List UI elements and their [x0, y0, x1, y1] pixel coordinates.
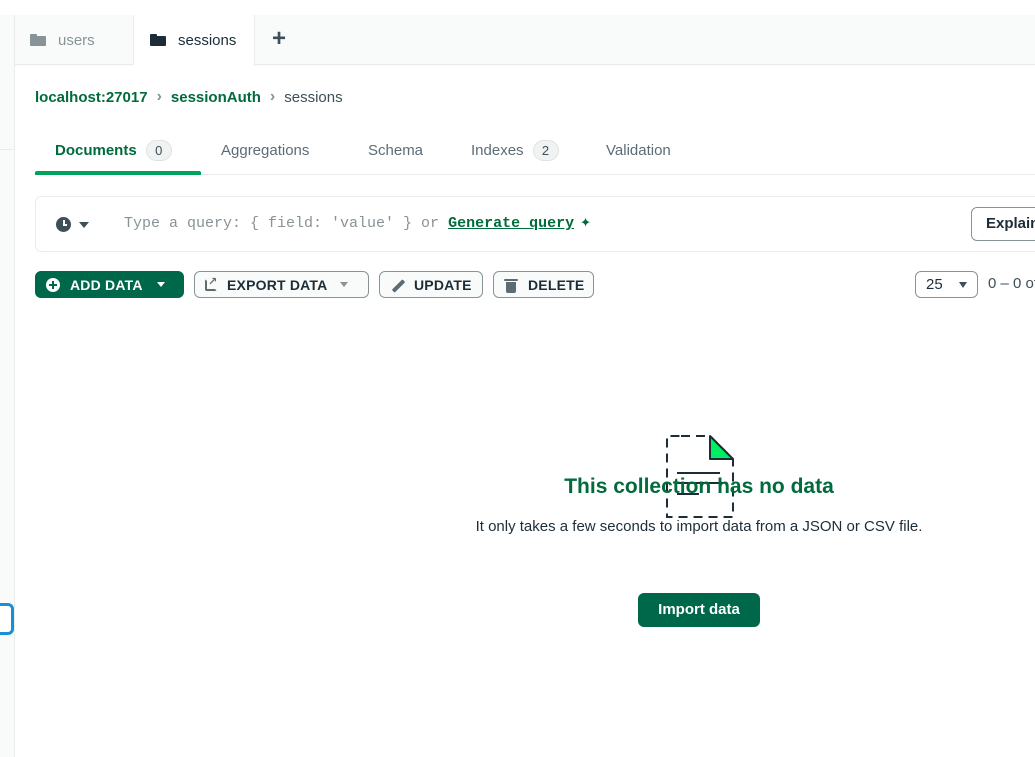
caret-down-icon: [340, 282, 349, 287]
query-bar: Type a query: { field: 'value' } or Gene…: [35, 196, 1035, 252]
folder-icon: [30, 34, 46, 46]
update-button[interactable]: UPDATE: [379, 271, 483, 298]
sidebar-focused-control[interactable]: [0, 603, 14, 635]
tab-label: Validation: [606, 142, 671, 159]
sparkle-icon: ✦: [580, 213, 591, 233]
tab-aggregations[interactable]: Aggregations: [221, 126, 309, 175]
add-data-button[interactable]: ADD DATA: [35, 271, 184, 298]
collection-subtabs: Documents 0 Aggregations Schema Indexes …: [35, 126, 1035, 175]
empty-state-description: It only takes a few seconds to import da…: [475, 518, 923, 535]
tab-label: sessions: [178, 31, 237, 49]
tab-label: Aggregations: [221, 142, 310, 159]
caret-down-icon: [79, 221, 89, 228]
count-badge: 0: [145, 140, 172, 161]
tab-label: Indexes: [471, 142, 524, 159]
breadcrumb-collection: sessions: [284, 88, 343, 106]
tab-users[interactable]: users: [15, 15, 134, 65]
query-input[interactable]: Type a query: { field: 'value' } or Gene…: [124, 213, 591, 233]
folder-icon: [150, 34, 166, 46]
export-icon: [205, 275, 217, 291]
chevron-right-icon: ›: [269, 88, 276, 105]
page-size-value: 25: [926, 276, 943, 293]
plus-icon: +: [271, 25, 286, 52]
document-toolbar: ADD DATA EXPORT DATA UPDATE DELETE 25 0 …: [35, 271, 1035, 299]
button-label: UPDATE: [414, 276, 472, 293]
button-label: DELETE: [528, 276, 585, 293]
workspace-tab-bar: users sessions +: [15, 15, 1035, 66]
tab-indexes[interactable]: Indexes 2: [471, 126, 559, 175]
caret-down-icon: [156, 282, 165, 287]
breadcrumb: localhost:27017 › sessionAuth › sessions: [35, 88, 343, 106]
explain-button[interactable]: Explain: [971, 207, 1035, 241]
active-tab-indicator: [35, 171, 201, 175]
tab-sessions[interactable]: sessions: [134, 15, 255, 66]
tab-label: Schema: [368, 142, 424, 159]
query-placeholder: Type a query: { field: 'value' } or: [124, 215, 440, 232]
collection-view: localhost:27017 › sessionAuth › sessions…: [15, 66, 1035, 757]
query-history-button[interactable]: [56, 217, 89, 232]
count-badge: 2: [532, 140, 559, 161]
caret-down-icon: [958, 281, 967, 288]
button-label: EXPORT DATA: [227, 276, 328, 293]
tab-label: Documents: [55, 142, 137, 159]
import-data-button[interactable]: Import data: [638, 593, 760, 627]
page-size-select[interactable]: 25: [915, 271, 978, 298]
tab-validation[interactable]: Validation: [606, 126, 671, 175]
generate-query-link[interactable]: Generate query: [448, 215, 574, 232]
sidebar-divider: [0, 149, 15, 150]
tab-label: users: [58, 31, 95, 49]
delete-button[interactable]: DELETE: [493, 271, 594, 298]
plus-circle-icon: [46, 277, 60, 292]
trash-icon: [504, 278, 518, 293]
pagination-range: 0 – 0 of 0: [988, 275, 1035, 292]
pencil-icon: [390, 278, 404, 292]
left-sidebar: [0, 15, 15, 757]
breadcrumb-host[interactable]: localhost:27017: [35, 89, 148, 106]
empty-state-title: This collection has no data: [564, 475, 834, 498]
window-top-strip: [0, 0, 1035, 15]
clock-icon: [56, 217, 71, 232]
chevron-right-icon: ›: [156, 88, 162, 105]
tab-schema[interactable]: Schema: [368, 126, 423, 175]
tab-documents[interactable]: Documents 0: [55, 126, 172, 175]
breadcrumb-database[interactable]: sessionAuth: [171, 89, 261, 106]
export-data-button[interactable]: EXPORT DATA: [194, 271, 369, 298]
button-label: ADD DATA: [70, 276, 143, 293]
new-tab-button[interactable]: +: [269, 27, 289, 51]
